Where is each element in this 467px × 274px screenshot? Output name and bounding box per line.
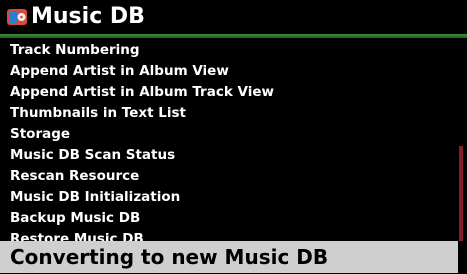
menu-item-backup-db[interactable]: Backup Music DB (10, 208, 140, 228)
menu-item-track-numbering[interactable]: Track Numbering (10, 40, 140, 60)
menu-item-scan-status[interactable]: Music DB Scan Status (10, 145, 175, 165)
menu-item-storage[interactable]: Storage (10, 124, 70, 144)
music-db-app-icon (7, 9, 27, 25)
selected-item-label: Converting to new Music DB (10, 245, 329, 269)
menu-item-rescan-resource[interactable]: Rescan Resource (10, 166, 139, 186)
menu-item-db-initialization[interactable]: Music DB Initialization (10, 187, 180, 207)
menu-item-thumbnails-text-list[interactable]: Thumbnails in Text List (10, 103, 186, 123)
menu-item-append-artist-album-view[interactable]: Append Artist in Album View (10, 61, 229, 81)
music-db-screen: Music DB Track Numbering Append Artist i… (0, 0, 467, 274)
page-title: Music DB (31, 4, 145, 29)
header-divider (0, 34, 467, 38)
scrollbar[interactable] (459, 146, 463, 241)
menu-item-converting-selected[interactable]: Converting to new Music DB (0, 241, 458, 273)
menu-item-append-artist-album-track-view[interactable]: Append Artist in Album Track View (10, 82, 274, 102)
header-bar: Music DB (0, 0, 467, 40)
